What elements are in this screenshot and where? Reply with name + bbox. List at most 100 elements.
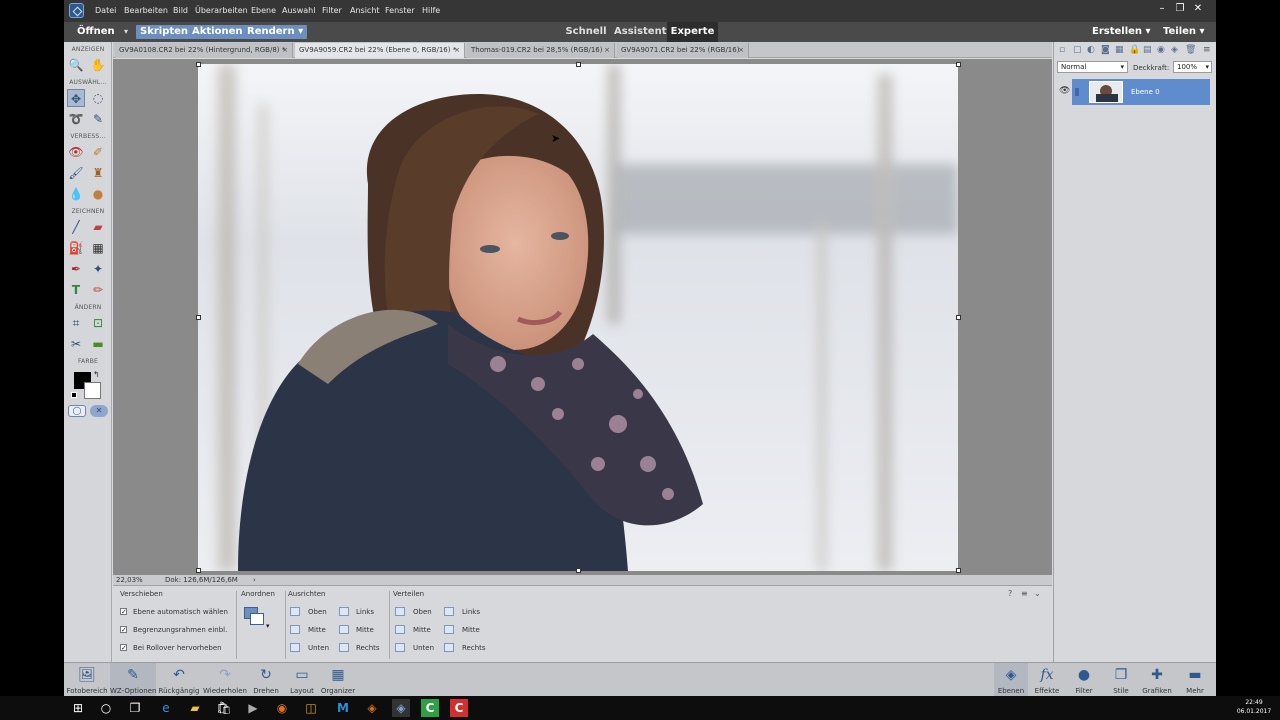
firefox-icon[interactable]: ◉: [273, 699, 291, 717]
close-tab-icon[interactable]: ×: [454, 43, 460, 58]
opacity-input[interactable]: 100% ▾: [1173, 61, 1212, 73]
straighten-tool-icon[interactable]: ▬: [89, 335, 107, 353]
red-eye-tool-icon[interactable]: 👁: [67, 143, 85, 161]
menu-auswahl[interactable]: Auswahl: [282, 6, 315, 15]
doc-tab-thomas-019[interactable]: Thomas-019.CR2 bei 28,5% (RGB/16) ×: [467, 43, 615, 58]
tab-assistent[interactable]: Assistent: [614, 22, 667, 42]
render-button[interactable]: Rendern ▾: [243, 25, 308, 39]
pencil-tool-icon[interactable]: ✏: [89, 281, 107, 299]
background-color-swatch[interactable]: [84, 382, 101, 399]
more-button[interactable]: ▬ Mehr: [1178, 663, 1212, 696]
store-icon[interactable]: 🛍: [215, 699, 233, 717]
bounding-handle[interactable]: [956, 62, 961, 67]
sponge-tool-icon[interactable]: ●: [89, 185, 107, 203]
mask-icon[interactable]: ◙: [1101, 46, 1110, 55]
distribute-middle-label[interactable]: Mitte: [413, 626, 431, 634]
align-right-label[interactable]: Rechts: [356, 644, 380, 652]
clock[interactable]: 22:49 06.01.2017: [1234, 698, 1274, 716]
green-app-icon[interactable]: C: [421, 699, 439, 717]
layer-row[interactable]: Ebene 0: [1072, 79, 1210, 105]
distribute-right-label[interactable]: Rechts: [462, 644, 486, 652]
adjustment-layer-icon[interactable]: ◐: [1087, 46, 1096, 55]
zoom-level[interactable]: 22,03%: [116, 575, 143, 585]
app-icon[interactable]: ◈: [363, 699, 381, 717]
edge-icon[interactable]: e: [157, 699, 175, 717]
layer-name[interactable]: Ebene 0: [1131, 88, 1160, 96]
explorer-icon[interactable]: ▰: [186, 699, 204, 717]
close-tab-icon[interactable]: ×: [282, 43, 288, 58]
align-top-label[interactable]: Oben: [308, 608, 327, 616]
recompose-tool-icon[interactable]: ⊡: [89, 314, 107, 332]
align-center-label[interactable]: Mitte: [356, 626, 374, 634]
doc-tab-gv9a9071[interactable]: GV9A9071.CR2 bei 22% (RGB/16) ×: [617, 43, 749, 58]
doc-tab-gv9a0108[interactable]: GV9A0108.CR2 bei 22% (Hintergrund, RGB/8…: [115, 43, 293, 58]
redo-button[interactable]: ↷ Wiederholen: [202, 663, 248, 696]
layer-visibility-icon[interactable]: 👁: [1059, 86, 1070, 96]
undo-button[interactable]: ↶ Rückgängig: [156, 663, 202, 696]
new-group-icon[interactable]: ▢: [1073, 46, 1082, 55]
swap-colors-icon[interactable]: ↰: [93, 370, 100, 379]
create-button[interactable]: Erstellen ▾: [1092, 25, 1151, 39]
layers-menu-icon[interactable]: ≡: [1203, 46, 1212, 55]
crop-tool-icon[interactable]: ⌗: [67, 314, 85, 332]
close-tab-icon[interactable]: ×: [604, 43, 610, 58]
open-button[interactable]: Öffnen: [77, 25, 115, 39]
menu-bearbeiten[interactable]: Bearbeiten: [124, 6, 168, 15]
blend-icon[interactable]: ◈: [1171, 46, 1180, 55]
organizer-button[interactable]: ▦ Organizer: [320, 663, 356, 696]
distribute-right-icon[interactable]: [444, 643, 454, 652]
quick-mask-icon[interactable]: ◯: [68, 405, 86, 417]
blur-tool-icon[interactable]: 💧: [67, 185, 85, 203]
menu-filter[interactable]: Filter: [322, 6, 342, 15]
bounding-handle[interactable]: [196, 568, 201, 573]
checkbox-auto-select[interactable]: ✓: [120, 608, 127, 616]
menu-fenster[interactable]: Fenster: [385, 6, 415, 15]
align-left-icon[interactable]: [339, 607, 349, 616]
distribute-left-icon[interactable]: [444, 607, 454, 616]
distribute-center-label[interactable]: Mitte: [462, 626, 480, 634]
align-right-icon[interactable]: [339, 643, 349, 652]
default-colors-icon[interactable]: [71, 392, 77, 398]
lock-icon[interactable]: 🔒: [1129, 46, 1140, 55]
smart-brush-icon[interactable]: 🖌: [67, 164, 85, 182]
align-center-icon[interactable]: [339, 625, 349, 634]
task-view-icon[interactable]: ❐: [126, 699, 144, 717]
distribute-top-label[interactable]: Oben: [413, 608, 432, 616]
layers-button[interactable]: ◈ Ebenen: [994, 663, 1028, 696]
menu-ebene[interactable]: Ebene: [251, 6, 276, 15]
collapse-icon[interactable]: ⌄: [1034, 589, 1041, 598]
graphics-button[interactable]: ✚ Grafiken: [1140, 663, 1174, 696]
brush-tool-icon[interactable]: ╱: [67, 218, 85, 236]
close-tab-icon[interactable]: ×: [738, 43, 744, 58]
paint-bucket-icon[interactable]: ⛽: [67, 239, 85, 257]
app-icon[interactable]: ◫: [302, 699, 320, 717]
distribute-middle-icon[interactable]: [395, 625, 405, 634]
minimize-icon[interactable]: –: [1154, 2, 1170, 16]
bounding-handle[interactable]: [576, 568, 581, 573]
eraser-tool-icon[interactable]: ▰: [89, 218, 107, 236]
close-icon[interactable]: ✕: [1190, 2, 1206, 16]
menu-bild[interactable]: Bild: [173, 6, 188, 15]
zoom-tool-icon[interactable]: 🔍: [67, 56, 85, 74]
hand-tool-icon[interactable]: ✋: [89, 56, 107, 74]
marquee-tool-icon[interactable]: ◌: [89, 89, 107, 107]
custom-shape-icon[interactable]: ✦: [89, 260, 107, 278]
media-icon[interactable]: ▶: [244, 699, 262, 717]
layout-button[interactable]: ▭ Layout: [284, 663, 320, 696]
distribute-bottom-label[interactable]: Unten: [413, 644, 434, 652]
bounding-handle[interactable]: [956, 315, 961, 320]
type-tool-icon[interactable]: T: [67, 281, 85, 299]
photoshop-elements-icon[interactable]: ◈: [392, 699, 410, 717]
effects-button[interactable]: fx Effekte: [1030, 663, 1064, 696]
photo-bin-button[interactable]: 🖼 Fotobereich: [64, 663, 110, 696]
menu-datei[interactable]: Datei: [95, 6, 116, 15]
bounding-handle[interactable]: [196, 315, 201, 320]
delete-layer-icon[interactable]: 🗑: [1185, 46, 1196, 55]
canvas-area[interactable]: ➤: [113, 59, 1052, 575]
align-bottom-label[interactable]: Unten: [308, 644, 329, 652]
doc-tab-gv9a9059[interactable]: GV9A9059.CR2 bei 22% (Ebene 0, RGB/16) *…: [295, 43, 465, 58]
arrange-front-icon[interactable]: [250, 613, 264, 625]
quick-selection-icon[interactable]: ✎: [89, 110, 107, 128]
search-icon[interactable]: ○: [97, 699, 115, 717]
tool-options-icon[interactable]: ✕: [90, 405, 108, 417]
